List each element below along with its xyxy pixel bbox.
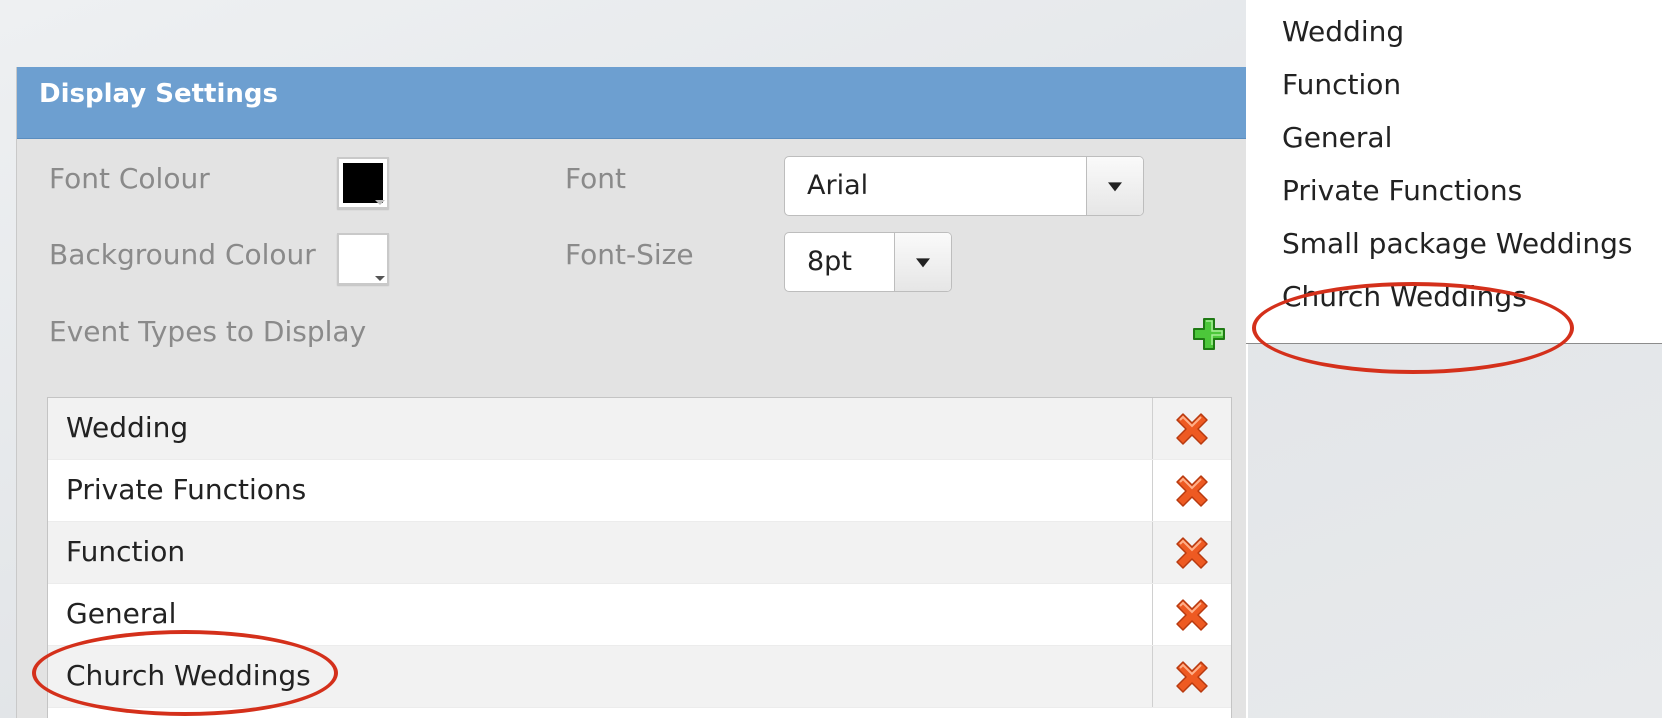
delete-cell: [1152, 522, 1231, 583]
background-colour-picker[interactable]: [337, 233, 389, 285]
delete-x-icon[interactable]: [1173, 596, 1211, 634]
background-colour-label: Background Colour: [49, 238, 316, 271]
font-colour-label: Font Colour: [49, 162, 210, 195]
chevron-down-icon: [916, 258, 930, 268]
font-size-select-value: 8pt: [807, 246, 852, 277]
picker-arrow-icon: [375, 200, 385, 205]
event-type-name: Church Weddings: [66, 659, 311, 692]
delete-cell: [1152, 646, 1231, 707]
delete-x-icon[interactable]: [1173, 410, 1211, 448]
chevron-down-icon: [1108, 182, 1122, 192]
dropdown-option[interactable]: General: [1282, 121, 1392, 155]
list-item[interactable]: Private Functions: [48, 460, 1231, 522]
delete-x-icon[interactable]: [1173, 658, 1211, 696]
font-size-dropdown-button[interactable]: [894, 233, 951, 291]
event-types-label: Event Types to Display: [49, 315, 367, 348]
display-settings-panel: Display Settings Font Colour Font Arial …: [16, 67, 1246, 718]
event-type-name: Private Functions: [66, 473, 307, 506]
dropdown-edge: [1246, 344, 1248, 718]
panel-header: Display Settings: [17, 67, 1246, 139]
event-type-name: Function: [66, 535, 186, 568]
list-item[interactable]: Function: [48, 522, 1231, 584]
delete-x-icon[interactable]: [1173, 534, 1211, 572]
font-size-select[interactable]: 8pt: [784, 232, 952, 292]
dropdown-option[interactable]: Private Functions: [1282, 174, 1522, 208]
font-colour-picker[interactable]: [337, 157, 389, 209]
plus-icon[interactable]: [1192, 317, 1226, 351]
picker-arrow-icon: [375, 276, 385, 281]
event-type-dropdown-list: Wedding Function General Private Functio…: [1246, 0, 1662, 344]
event-types-list: Wedding Private Functions Function Gener…: [47, 397, 1232, 718]
list-item[interactable]: Church Weddings: [48, 646, 1231, 708]
delete-x-icon[interactable]: [1173, 472, 1211, 510]
dropdown-option[interactable]: Function: [1282, 68, 1401, 102]
font-select-value: Arial: [807, 170, 869, 201]
dropdown-option[interactable]: Church Weddings: [1282, 280, 1527, 314]
font-select[interactable]: Arial: [784, 156, 1144, 216]
delete-cell: [1152, 584, 1231, 645]
dropdown-option[interactable]: Wedding: [1282, 15, 1404, 49]
event-type-name: General: [66, 597, 177, 630]
delete-cell: [1152, 460, 1231, 521]
list-item[interactable]: Wedding: [48, 398, 1231, 460]
list-item[interactable]: General: [48, 584, 1231, 646]
font-dropdown-button[interactable]: [1086, 157, 1143, 215]
panel-title: Display Settings: [39, 79, 278, 109]
background-colour-swatch: [343, 239, 383, 279]
font-colour-swatch: [343, 163, 383, 203]
dropdown-option[interactable]: Small package Weddings: [1282, 227, 1632, 261]
event-type-name: Wedding: [66, 411, 189, 444]
font-size-label: Font-Size: [565, 238, 694, 271]
delete-cell: [1152, 398, 1231, 459]
font-label: Font: [565, 162, 626, 195]
